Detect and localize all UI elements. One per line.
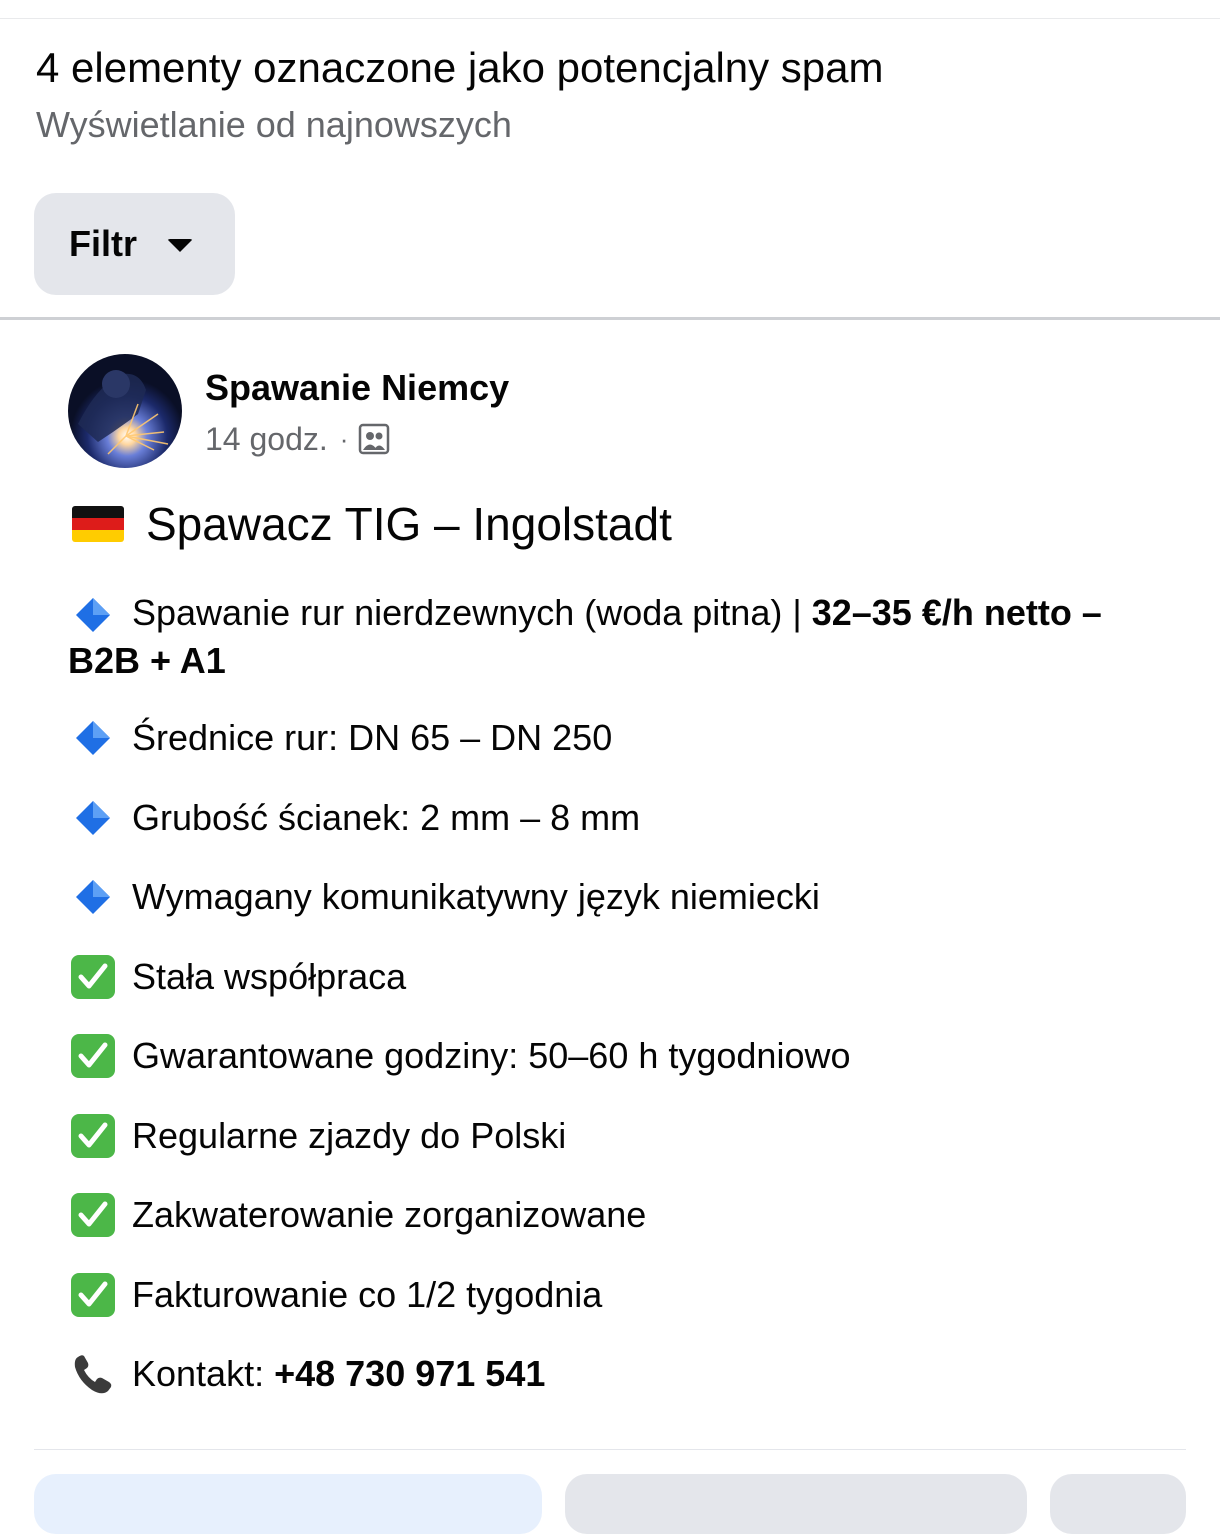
contact-label: Kontakt: (132, 1353, 275, 1394)
post-heading: Spawacz TIG – Ingolstadt (72, 495, 672, 553)
check-line-5-text: Fakturowanie co 1/2 tygodnia (132, 1274, 603, 1315)
primary-action-button[interactable] (34, 1474, 542, 1534)
page-title: 4 elementy oznaczone jako potencjalny sp… (36, 44, 884, 91)
sort-description: Wyświetlanie od najnowszych (36, 104, 512, 145)
check-line-3-text: Regularne zjazdy do Polski (132, 1115, 567, 1156)
blue-diamond-icon (68, 715, 118, 761)
phone-icon (68, 1351, 118, 1397)
blue-diamond-icon (68, 592, 118, 638)
contact-phone[interactable]: +48 730 971 541 (274, 1353, 545, 1394)
top-divider (0, 18, 1220, 19)
post-meta: 14 godz. · (205, 418, 390, 460)
blue-diamond-icon (68, 795, 118, 841)
meta-separator: · (339, 423, 349, 454)
body-line-2: Średnice rur: DN 65 – DN 250 (68, 715, 612, 761)
body-line-3: Grubość ścianek: 2 mm – 8 mm (68, 795, 640, 841)
check-line-4: Zakwaterowanie zorganizowane (68, 1192, 646, 1238)
body-line-4: Wymagany komunikatywny język niemiecki (68, 874, 820, 920)
welder-photo-icon (68, 354, 182, 468)
post-time[interactable]: 14 godz. (205, 421, 328, 458)
green-check-icon (68, 1192, 118, 1238)
post-author[interactable]: Spawanie Niemcy (205, 366, 509, 410)
body-line-1-text: Spawanie rur nierdzewnych (woda pitna) | (132, 592, 812, 633)
group-icon (359, 423, 390, 455)
check-line-2: Gwarantowane godziny: 50–60 h tygodniowo (68, 1033, 851, 1079)
green-check-icon (68, 1113, 118, 1159)
check-line-5: Fakturowanie co 1/2 tygodnia (68, 1272, 602, 1318)
german-flag-icon (72, 506, 124, 542)
blue-diamond-icon (68, 874, 118, 920)
post-title-text: Spawacz TIG – Ingolstadt (146, 498, 672, 550)
contact-line: Kontakt: +48 730 971 541 (68, 1351, 545, 1397)
avatar[interactable] (68, 354, 182, 468)
filter-button[interactable]: Filtr (34, 193, 235, 295)
green-check-icon (68, 1272, 118, 1318)
check-line-4-text: Zakwaterowanie zorganizowane (132, 1194, 647, 1235)
body-line-3-text: Grubość ścianek: 2 mm – 8 mm (132, 797, 641, 838)
check-line-1: Stała współpraca (68, 954, 406, 1000)
secondary-action-button[interactable] (565, 1474, 1027, 1534)
post-footer-divider (34, 1449, 1186, 1450)
check-line-1-text: Stała współpraca (132, 956, 407, 997)
more-action-button[interactable] (1050, 1474, 1186, 1534)
body-line-2-text: Średnice rur: DN 65 – DN 250 (132, 717, 613, 758)
green-check-icon (68, 954, 118, 1000)
filter-button-label: Filtr (69, 223, 137, 264)
caret-down-icon (167, 238, 193, 252)
check-line-2-text: Gwarantowane godziny: 50–60 h tygodniowo (132, 1035, 851, 1076)
body-line-4-text: Wymagany komunikatywny język niemiecki (132, 876, 820, 917)
body-line-1: Spawanie rur nierdzewnych (woda pitna) |… (68, 590, 1178, 684)
section-divider (0, 317, 1220, 320)
green-check-icon (68, 1033, 118, 1079)
check-line-3: Regularne zjazdy do Polski (68, 1113, 566, 1159)
